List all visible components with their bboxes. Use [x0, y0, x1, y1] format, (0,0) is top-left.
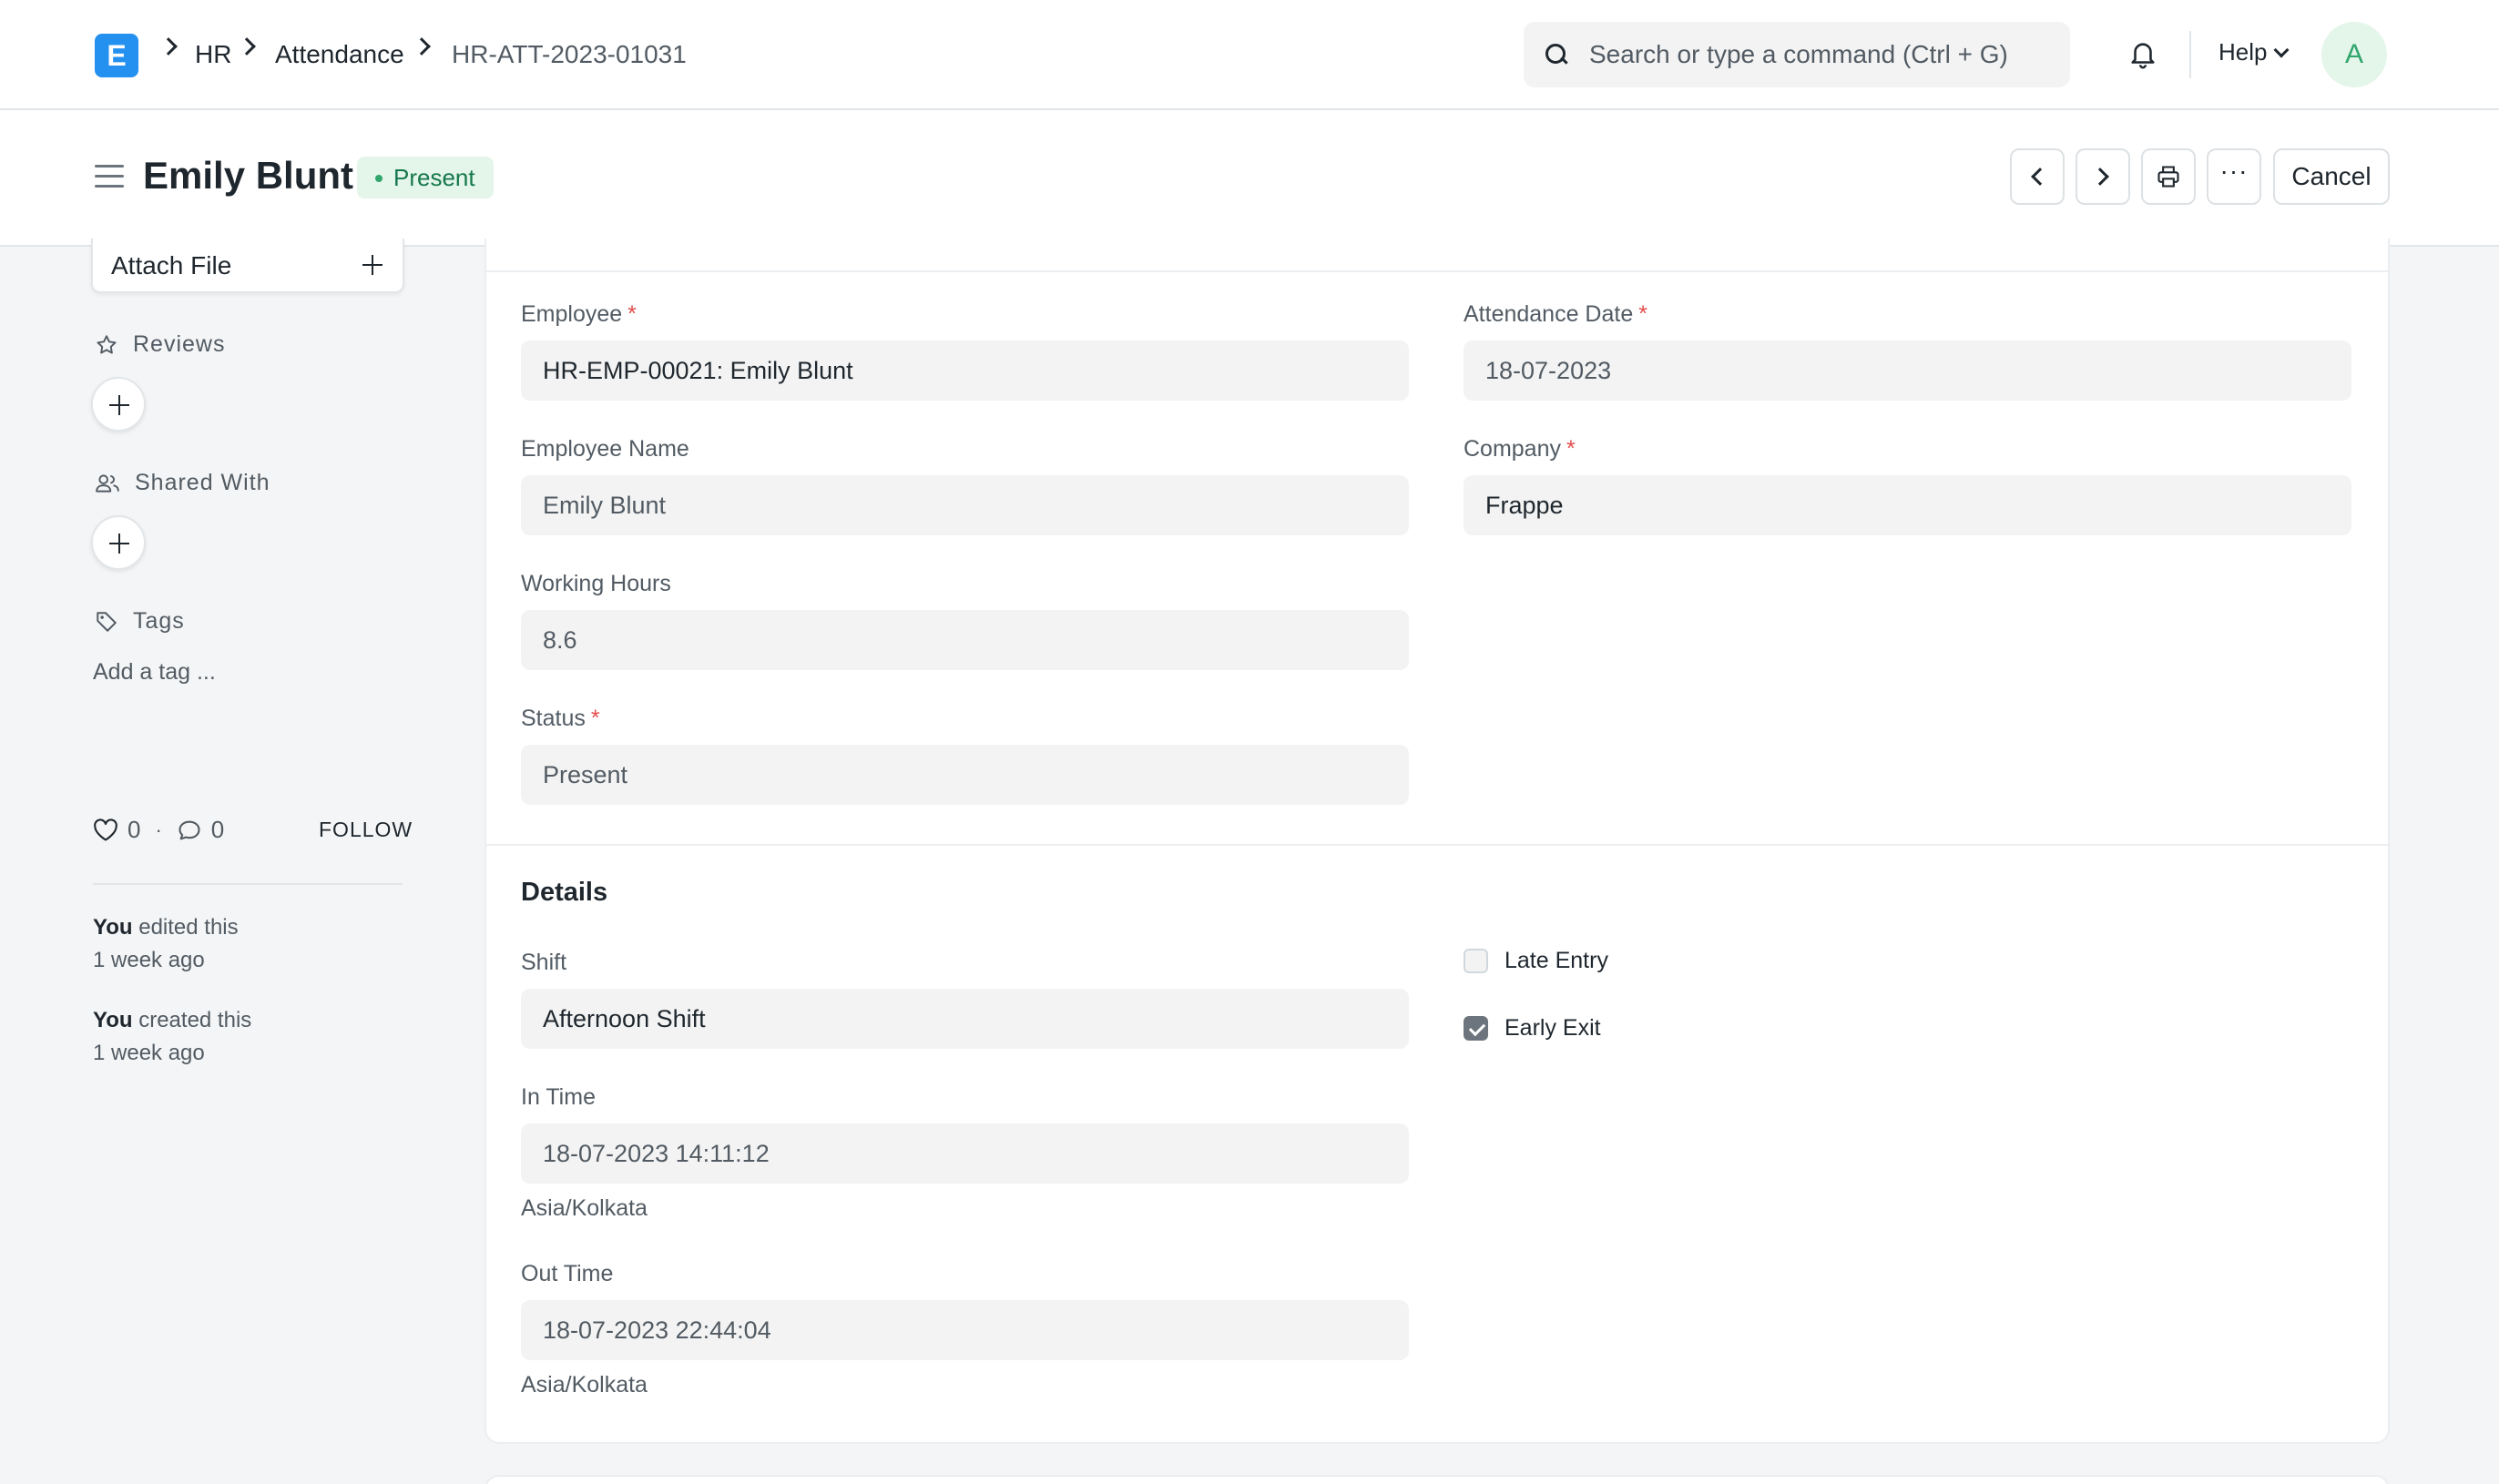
- page-title: Emily Blunt: [143, 154, 354, 197]
- attendance-date-field: 18-07-2023: [1464, 341, 2351, 401]
- help-label: Help: [2218, 38, 2268, 66]
- comment-count: 0: [210, 816, 225, 843]
- navbar: E HR Attendance HR-ATT-2023-01031 Help A: [0, 0, 2499, 110]
- timeline-actor: You: [93, 1008, 133, 1032]
- search-icon: [1545, 44, 1567, 66]
- printer-icon: [2157, 166, 2179, 188]
- breadcrumb-chevron-icon: [413, 37, 431, 56]
- shift-field[interactable]: Afternoon Shift: [521, 989, 1409, 1049]
- status-field: Present: [521, 745, 1409, 805]
- working-hours-label: Working Hours: [521, 571, 671, 596]
- late-entry-label: Late Entry: [1504, 948, 1608, 973]
- separator-dot: ·: [155, 818, 162, 841]
- card-divider: [484, 270, 2390, 272]
- timeline-action: edited this: [132, 915, 239, 940]
- employee-name-field: Emily Blunt: [521, 475, 1409, 535]
- working-hours-field: 8.6: [521, 610, 1409, 670]
- employee-field[interactable]: HR-EMP-00021: Emily Blunt: [521, 341, 1409, 401]
- status-badge: Present: [357, 157, 494, 198]
- sidebar-toggle-icon[interactable]: [95, 165, 124, 188]
- section-divider: [484, 844, 2390, 846]
- add-share-button[interactable]: [91, 515, 146, 570]
- in-time-label: In Time: [521, 1084, 596, 1110]
- next-section-card: [484, 1475, 2390, 1484]
- chevron-right-icon: [2091, 168, 2109, 186]
- timeline-item: You created this 1 week ago: [93, 1004, 251, 1070]
- company-field[interactable]: Frappe: [1464, 475, 2351, 535]
- previous-doc-button[interactable]: [2010, 148, 2065, 205]
- plus-icon: [362, 255, 382, 275]
- breadcrumb-attendance[interactable]: Attendance: [275, 38, 404, 71]
- page-head: Emily Blunt Present ··· Cancel: [0, 110, 2499, 247]
- more-dots-icon: ···: [2219, 157, 2249, 185]
- nav-divider: [2189, 31, 2191, 78]
- reviews-label: Reviews: [133, 331, 226, 357]
- tag-icon: [97, 611, 117, 632]
- star-icon: [97, 334, 117, 354]
- late-entry-row: Late Entry: [1464, 948, 1608, 974]
- breadcrumb-current: HR-ATT-2023-01031: [452, 40, 687, 68]
- user-avatar[interactable]: A: [2321, 22, 2387, 87]
- comment-icon[interactable]: [177, 818, 202, 842]
- form-card: [484, 239, 2390, 1444]
- company-label: Company *: [1464, 436, 1576, 462]
- timeline-actor: You: [93, 915, 133, 940]
- late-entry-checkbox: [1464, 949, 1488, 973]
- shift-label: Shift: [521, 950, 567, 975]
- cancel-button[interactable]: Cancel: [2273, 148, 2390, 205]
- more-actions-button[interactable]: ···: [2207, 148, 2261, 205]
- shared-with-heading: Shared With: [95, 470, 270, 496]
- help-dropdown[interactable]: Help: [2218, 38, 2290, 66]
- sidebar-divider: [93, 883, 403, 885]
- early-exit-checkbox: [1464, 1016, 1488, 1041]
- status-label: Status *: [521, 706, 600, 731]
- timeline-action: created this: [132, 1008, 252, 1032]
- employee-name-label: Employee Name: [521, 436, 689, 462]
- in-time-timezone: Asia/Kolkata: [521, 1195, 648, 1221]
- reviews-heading: Reviews: [95, 331, 225, 358]
- employee-label: Employee *: [521, 301, 637, 327]
- shared-with-label: Shared With: [135, 470, 270, 495]
- timeline-time: 1 week ago: [93, 948, 205, 972]
- breadcrumb-hr[interactable]: HR: [195, 38, 231, 71]
- chevron-left-icon: [2031, 168, 2049, 186]
- chevron-down-icon: [2273, 42, 2290, 57]
- breadcrumb-chevron-icon: [159, 37, 178, 56]
- users-icon: [96, 473, 119, 493]
- in-time-field: 18-07-2023 14:11:12: [521, 1123, 1409, 1184]
- details-section-title: Details: [521, 878, 608, 907]
- out-time-label: Out Time: [521, 1261, 614, 1286]
- search-bar[interactable]: [1524, 22, 2070, 87]
- breadcrumb-chevron-icon: [238, 37, 256, 56]
- early-exit-row: Early Exit: [1464, 1015, 1601, 1042]
- early-exit-label: Early Exit: [1504, 1015, 1601, 1041]
- heart-icon[interactable]: [93, 818, 118, 842]
- social-counts: 0 · 0: [93, 816, 224, 844]
- print-button[interactable]: [2141, 148, 2196, 205]
- next-doc-button[interactable]: [2076, 148, 2130, 205]
- timeline-time: 1 week ago: [93, 1041, 205, 1065]
- notification-bell-icon[interactable]: [2127, 38, 2158, 71]
- app-logo[interactable]: E: [95, 34, 138, 77]
- add-tag-link[interactable]: Add a tag ...: [93, 659, 216, 686]
- tags-label: Tags: [133, 608, 185, 634]
- attach-file-label: Attach File: [111, 251, 232, 280]
- tags-heading: Tags: [95, 608, 185, 635]
- attendance-date-label: Attendance Date *: [1464, 301, 1647, 327]
- out-time-timezone: Asia/Kolkata: [521, 1372, 648, 1398]
- follow-button[interactable]: FOLLOW: [319, 818, 413, 842]
- like-count: 0: [128, 816, 141, 843]
- search-input[interactable]: [1589, 38, 2054, 71]
- plus-icon: [109, 395, 129, 415]
- plus-icon: [109, 534, 129, 554]
- attach-file-button[interactable]: Attach File: [91, 239, 404, 293]
- add-review-button[interactable]: [91, 377, 146, 432]
- timeline-item: You edited this 1 week ago: [93, 911, 239, 977]
- out-time-field: 18-07-2023 22:44:04: [521, 1300, 1409, 1360]
